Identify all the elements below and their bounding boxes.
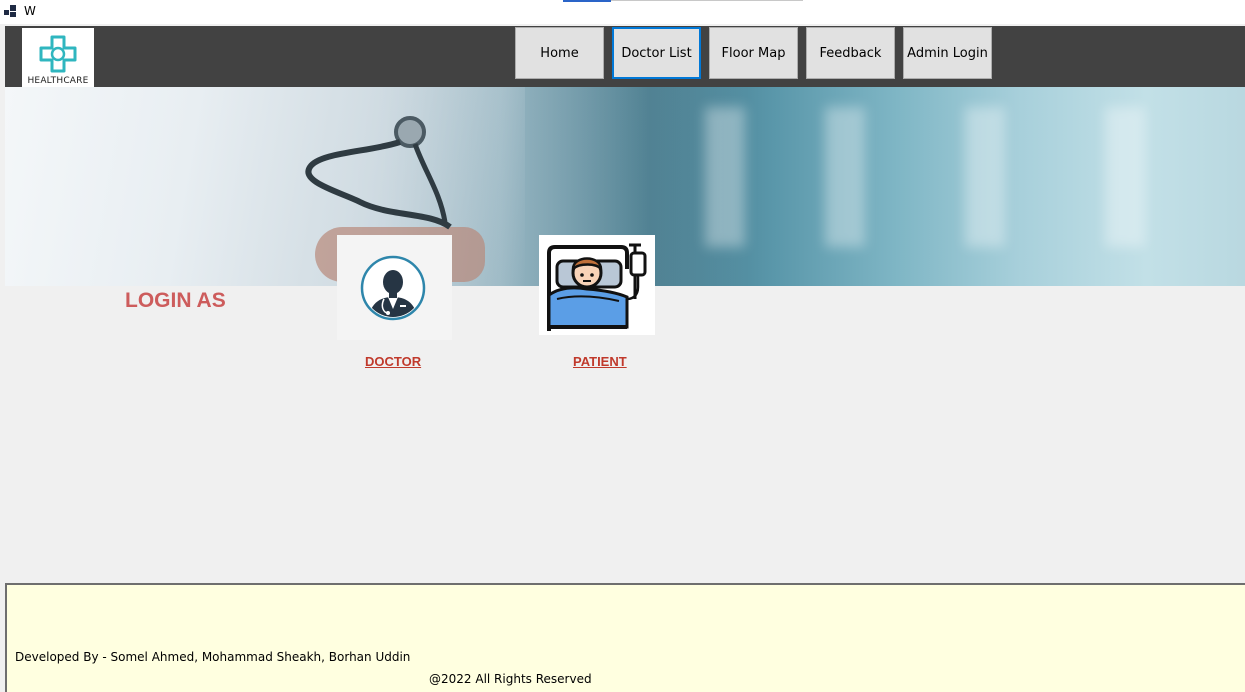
nav-admin-login-button[interactable]: Admin Login [903, 27, 992, 79]
copyright-text: @2022 All Rights Reserved [429, 672, 592, 686]
logo-text: HEALTHCARE [27, 76, 89, 86]
footer-panel [5, 583, 1245, 692]
nav-home-button[interactable]: Home [515, 27, 604, 79]
nav-floor-map-button[interactable]: Floor Map [709, 27, 798, 79]
doctor-login-card[interactable] [337, 235, 452, 340]
medical-cross-icon [39, 35, 77, 73]
window-title: W [24, 4, 36, 18]
patient-login-link[interactable]: PATIENT [573, 354, 627, 369]
patient-login-card[interactable] [539, 235, 655, 335]
nav-doctor-list-button[interactable]: Doctor List [612, 27, 701, 79]
nav-feedback-button[interactable]: Feedback [806, 27, 895, 79]
doctor-avatar-icon[interactable] [360, 255, 426, 321]
doctor-login-link[interactable]: DOCTOR [365, 354, 421, 369]
patient-in-bed-icon[interactable] [543, 239, 651, 333]
healthcare-logo: HEALTHCARE [22, 28, 94, 87]
window-titlebar: W [0, 0, 1245, 24]
login-as-heading: LOGIN AS [125, 289, 226, 312]
stethoscope-icon [305, 116, 452, 230]
titlebar-accent [563, 0, 611, 2]
titlebar-divider [611, 0, 803, 1]
window-app-icon [4, 5, 17, 17]
developers-credit: Developed By - Somel Ahmed, Mohammad She… [15, 650, 411, 664]
